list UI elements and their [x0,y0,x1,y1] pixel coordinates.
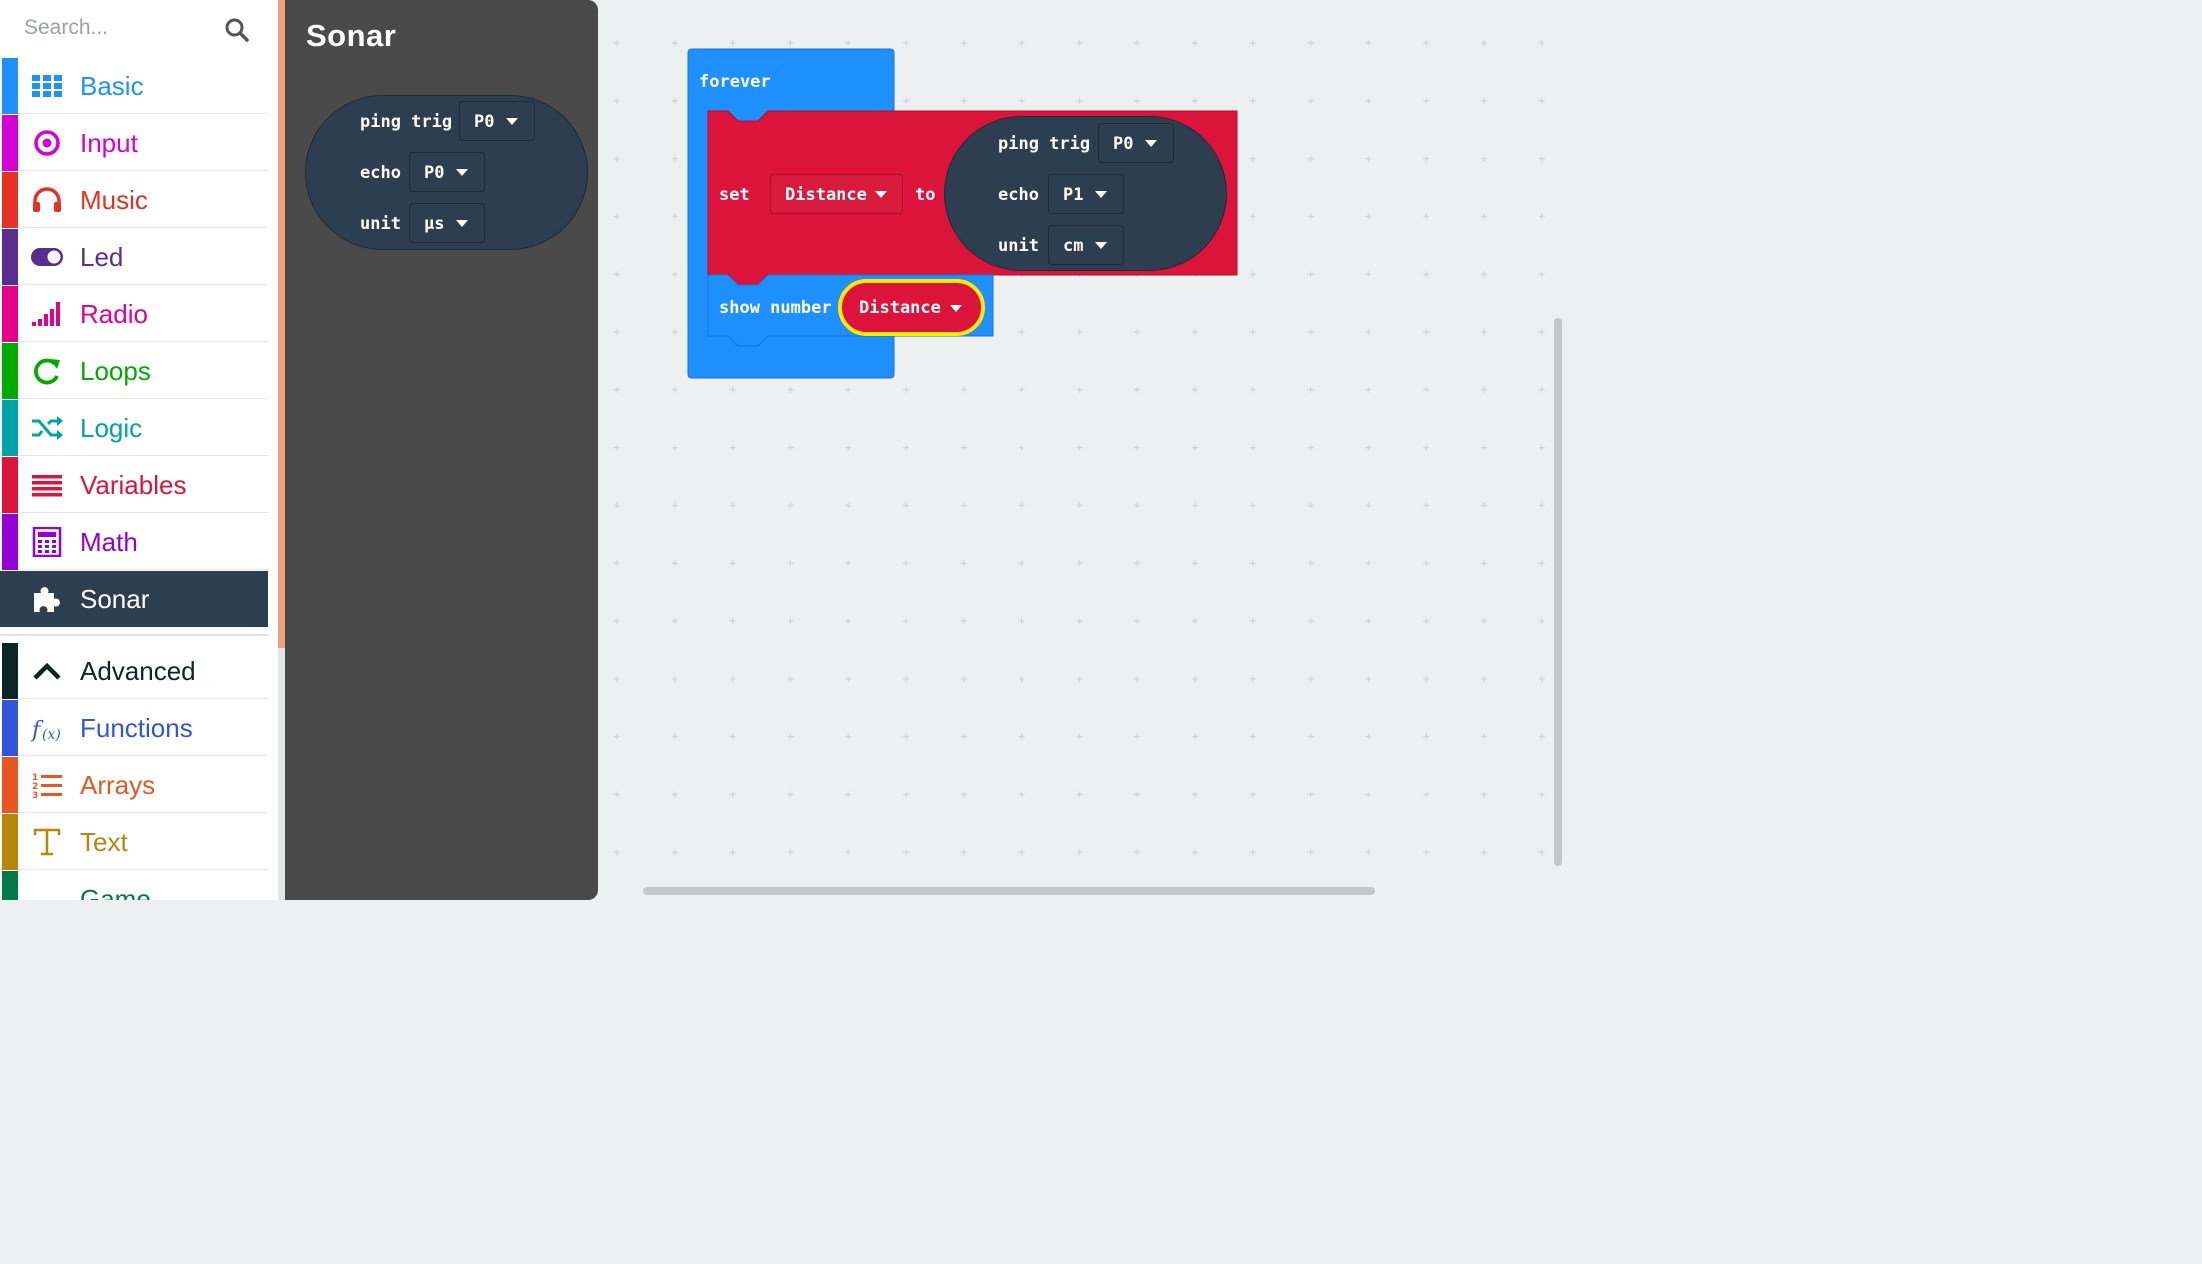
distance-variable-reporter[interactable]: Distance [838,279,985,336]
set-variable-dropdown[interactable]: Distance [770,174,903,214]
trig-pin-dropdown[interactable]: P0 [1098,123,1174,163]
echo-pin-dropdown[interactable]: P1 [1048,174,1124,214]
dropdown-arrow-icon [1095,242,1107,249]
echo-pin-value: P1 [1063,185,1084,205]
vertical-scrollbar[interactable] [1554,318,1562,866]
unit-label: unit [998,236,1039,256]
echo-label: echo [998,185,1039,205]
dropdown-arrow-icon [1145,140,1157,147]
unit-dropdown[interactable]: cm [1048,225,1124,265]
ping-trig-label: ping trig [998,134,1091,154]
trig-pin-value: P0 [1113,134,1134,154]
set-label: set [719,185,750,205]
dropdown-arrow-icon [1095,191,1107,198]
show-variable-value: Distance [859,298,941,318]
forever-label: forever [699,72,771,92]
ping-block[interactable]: ping trig P0 echo P1 unit cm [944,116,1227,271]
unit-value: cm [1063,236,1084,256]
forever-block-shape[interactable] [0,0,1568,900]
to-label: to [915,185,936,205]
dropdown-arrow-icon [950,305,962,312]
dropdown-arrow-icon [875,191,887,198]
show-number-label: show number [719,298,832,318]
horizontal-scrollbar[interactable] [643,887,1375,895]
set-variable-value: Distance [785,185,867,205]
